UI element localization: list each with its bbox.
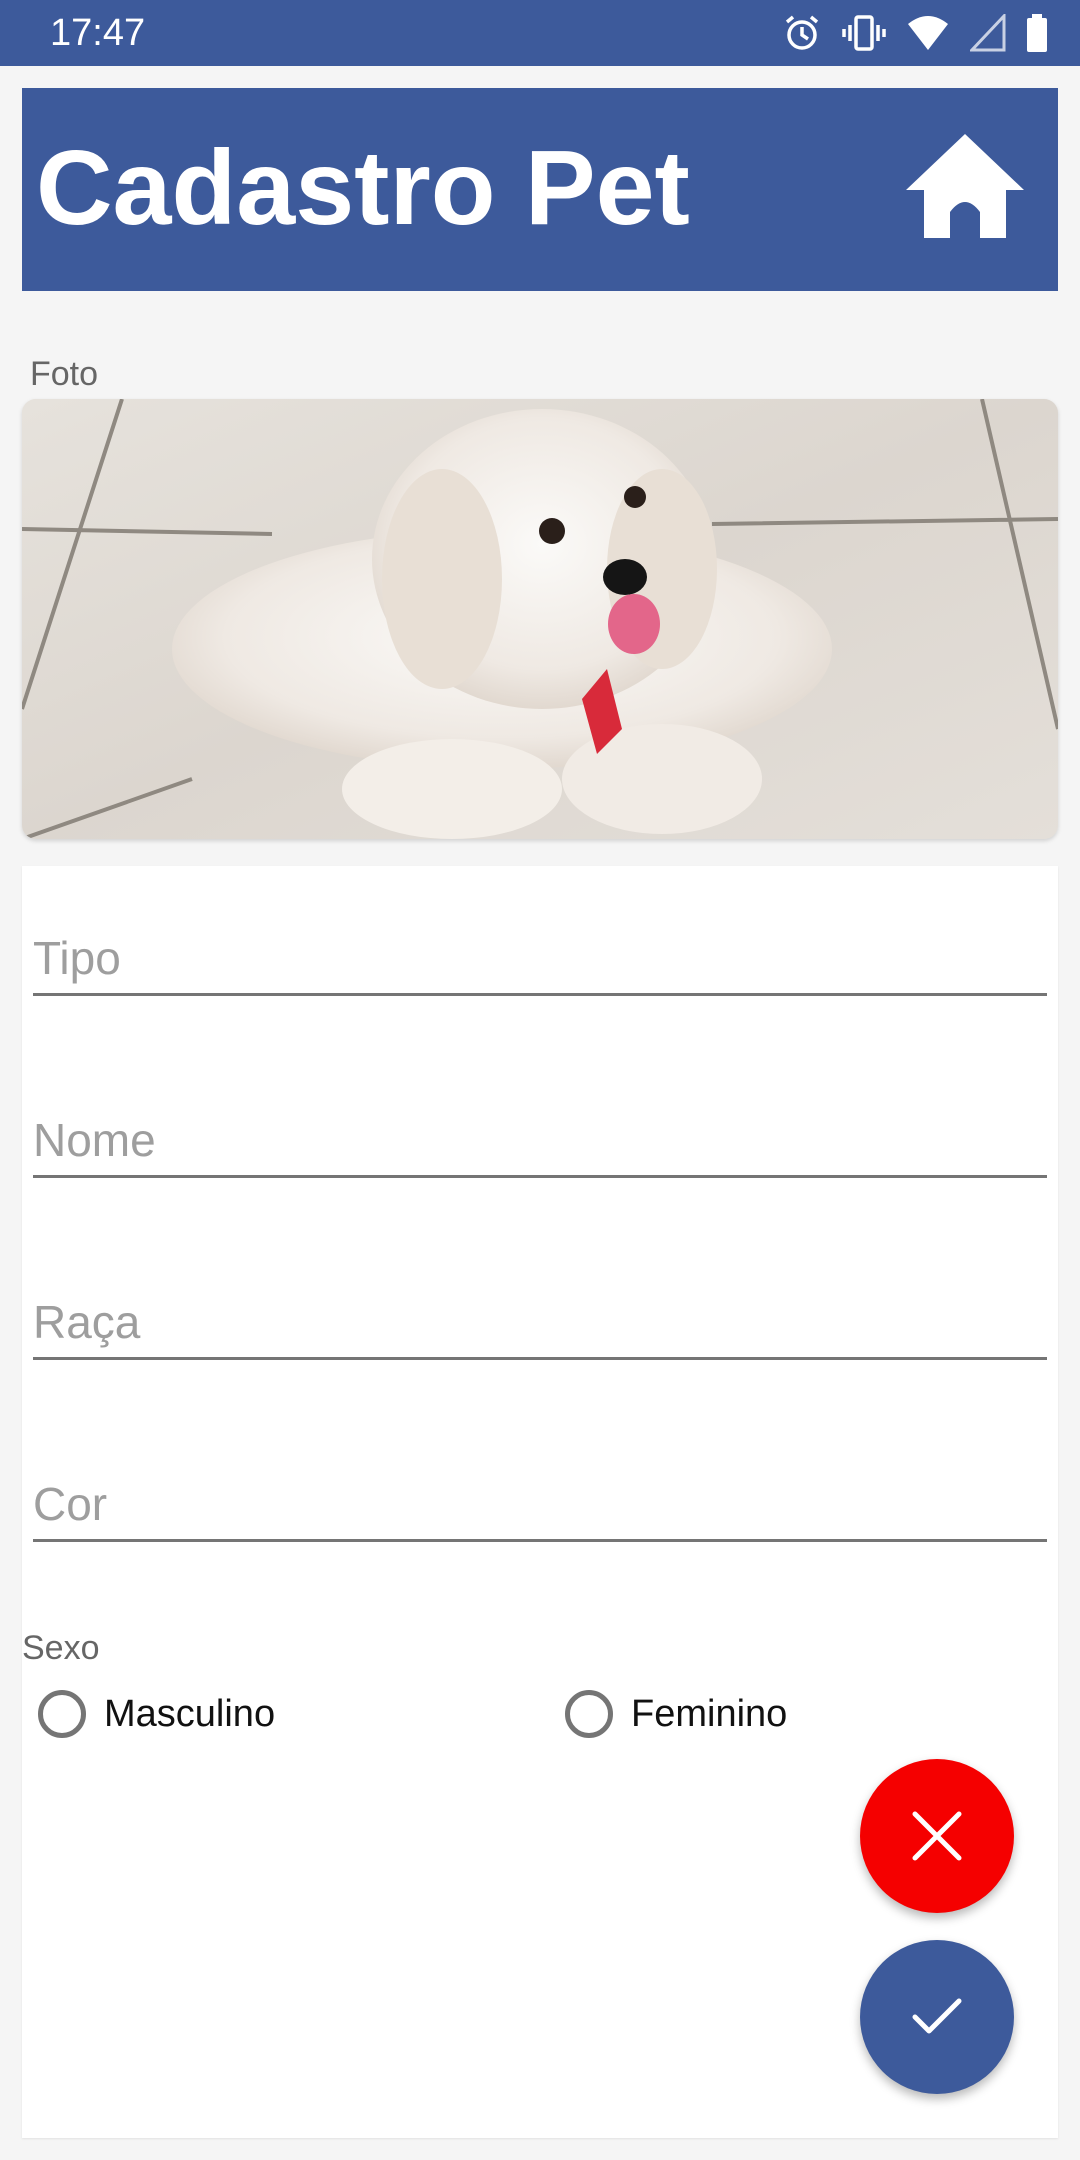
status-time: 17:47	[50, 12, 146, 54]
status-bar: 17:47	[0, 0, 1080, 66]
radio-masculino[interactable]: Masculino	[38, 1690, 275, 1738]
pet-photo[interactable]	[22, 399, 1058, 839]
alarm-icon	[785, 15, 819, 50]
check-icon	[912, 1998, 962, 2034]
raca-input[interactable]	[33, 1290, 1047, 1360]
radio-feminino-label: Feminino	[631, 1693, 788, 1735]
home-button[interactable]	[902, 130, 1028, 242]
signal-icon	[970, 14, 1006, 52]
pet-photo-image	[22, 399, 1058, 839]
home-icon	[906, 134, 1024, 238]
sexo-label: Sexo	[22, 1629, 100, 1667]
tipo-input[interactable]	[33, 926, 1047, 996]
nome-input[interactable]	[33, 1108, 1047, 1178]
radio-circle-icon[interactable]	[565, 1690, 613, 1738]
photo-label: Foto	[30, 355, 99, 393]
close-icon	[912, 1811, 962, 1861]
cor-input[interactable]	[33, 1472, 1047, 1542]
radio-circle-icon[interactable]	[38, 1690, 86, 1738]
wifi-icon	[908, 16, 948, 50]
confirm-button[interactable]	[860, 1940, 1014, 2094]
page-title: Cadastro Pet	[36, 129, 690, 247]
status-icons	[782, 12, 1048, 54]
radio-masculino-label: Masculino	[104, 1693, 276, 1735]
battery-icon	[1027, 14, 1047, 52]
cancel-button[interactable]	[860, 1759, 1014, 1913]
radio-feminino[interactable]: Feminino	[565, 1690, 787, 1738]
app-header: Cadastro Pet	[22, 88, 1058, 291]
vibrate-icon	[842, 15, 886, 51]
